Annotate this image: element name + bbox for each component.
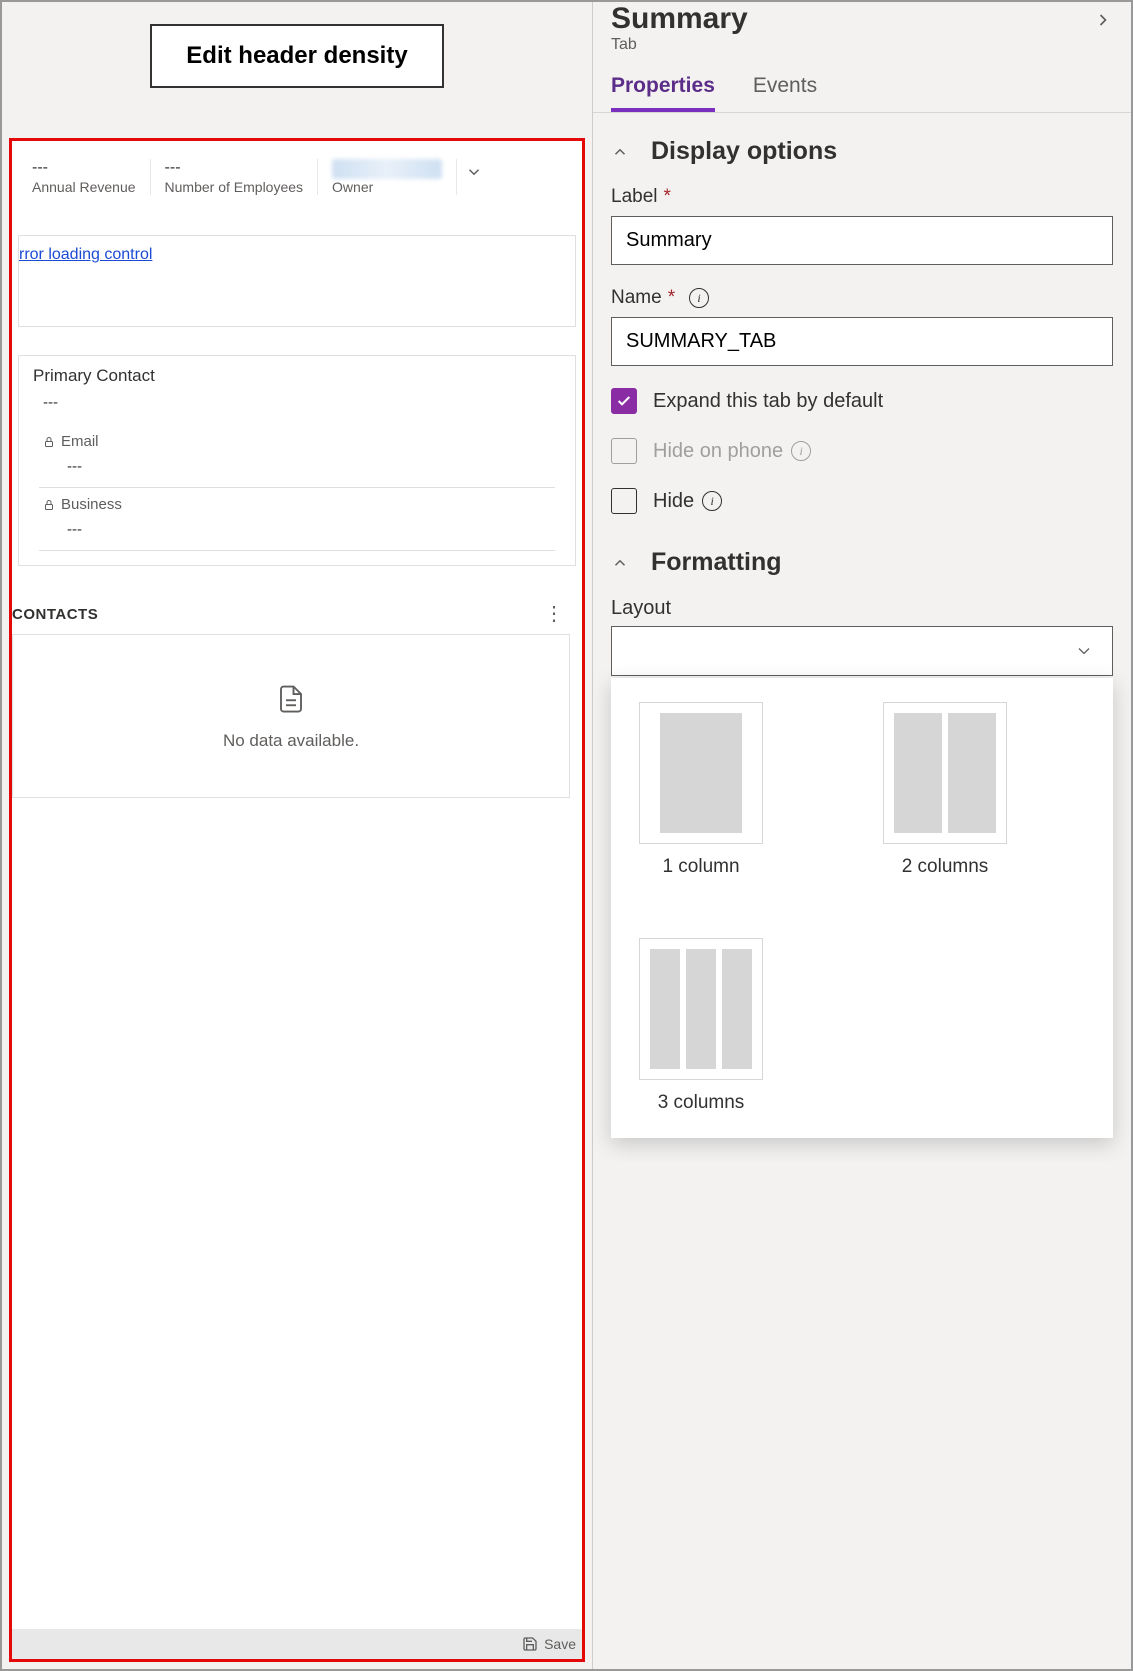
edit-header-density-button[interactable]: Edit header density xyxy=(150,24,443,88)
hide-label: Hidei xyxy=(653,490,722,513)
layout-name-1col: 1 column xyxy=(662,856,739,878)
file-icon xyxy=(276,681,306,717)
name-input[interactable] xyxy=(611,317,1113,366)
expand-default-checkbox[interactable] xyxy=(611,388,637,414)
label-input[interactable] xyxy=(611,216,1113,265)
layout-thumb-1col xyxy=(639,702,763,844)
business-value: --- xyxy=(43,513,551,542)
check-icon xyxy=(616,393,632,409)
layout-thumb-2col xyxy=(883,702,1007,844)
formatting-toggle[interactable]: Formatting xyxy=(611,548,1113,577)
layout-name-3col: 3 columns xyxy=(658,1092,745,1114)
employees-value: --- xyxy=(165,159,304,177)
lock-icon xyxy=(43,435,55,449)
layout-dropdown: 1 column 2 columns 3 columns xyxy=(611,678,1113,1138)
hide-phone-label: Hide on phonei xyxy=(653,440,811,463)
layout-label: Layout xyxy=(611,597,1113,620)
lock-icon xyxy=(43,498,55,512)
layout-option-3col[interactable]: 3 columns xyxy=(639,938,763,1114)
info-icon[interactable]: i xyxy=(689,288,709,308)
save-icon xyxy=(522,1636,538,1652)
error-loading-link[interactable]: rror loading control xyxy=(19,246,152,263)
no-data-text: No data available. xyxy=(223,731,359,751)
error-card[interactable]: rror loading control xyxy=(18,235,576,327)
contacts-empty-card: No data available. xyxy=(12,634,570,798)
owner-label: Owner xyxy=(332,179,442,195)
chevron-up-icon xyxy=(611,554,629,572)
primary-contact-title: Primary Contact xyxy=(33,366,561,386)
more-options-icon[interactable]: ⋮ xyxy=(544,604,570,624)
label-field-label: Label* xyxy=(611,186,1113,208)
tab-properties[interactable]: Properties xyxy=(611,74,715,112)
name-field-label: Name*i xyxy=(611,287,1113,309)
form-header: --- Annual Revenue --- Number of Employe… xyxy=(12,141,582,201)
email-label: Email xyxy=(61,433,99,450)
hide-phone-checkbox xyxy=(611,438,637,464)
formatting-title: Formatting xyxy=(651,548,782,577)
status-bar: Save xyxy=(12,1629,582,1659)
contacts-section-title: CONTACTS xyxy=(12,606,98,623)
save-button[interactable]: Save xyxy=(544,1636,576,1652)
hide-checkbox[interactable] xyxy=(611,488,637,514)
chevron-down-icon[interactable] xyxy=(457,159,499,186)
panel-subtitle: Tab xyxy=(611,36,1113,54)
business-label: Business xyxy=(61,496,122,513)
info-icon[interactable]: i xyxy=(702,491,722,511)
email-value: --- xyxy=(43,450,551,479)
layout-name-2col: 2 columns xyxy=(902,856,989,878)
primary-contact-card[interactable]: Primary Contact --- Email --- Business -… xyxy=(18,355,576,566)
tab-events[interactable]: Events xyxy=(753,74,817,112)
annual-revenue-label: Annual Revenue xyxy=(32,179,136,195)
chevron-up-icon xyxy=(611,143,629,161)
header-owner[interactable]: Owner xyxy=(318,159,457,195)
layout-option-1col[interactable]: 1 column xyxy=(639,702,763,878)
display-options-toggle[interactable]: Display options xyxy=(611,137,1113,166)
info-icon[interactable]: i xyxy=(791,441,811,461)
form-canvas[interactable]: --- Annual Revenue --- Number of Employe… xyxy=(9,138,585,1662)
email-field[interactable]: Email --- xyxy=(39,425,555,488)
primary-contact-value: --- xyxy=(33,394,561,411)
chevron-right-icon[interactable] xyxy=(1093,10,1113,35)
display-options-title: Display options xyxy=(651,137,837,166)
business-field[interactable]: Business --- xyxy=(39,488,555,551)
owner-value-redacted xyxy=(332,159,442,179)
header-annual-revenue[interactable]: --- Annual Revenue xyxy=(18,159,151,195)
chevron-down-icon xyxy=(1074,641,1094,661)
expand-default-label: Expand this tab by default xyxy=(653,390,883,413)
header-employees[interactable]: --- Number of Employees xyxy=(151,159,319,195)
annual-revenue-value: --- xyxy=(32,159,136,177)
panel-title: Summary xyxy=(611,2,1113,36)
layout-select[interactable] xyxy=(611,626,1113,676)
layout-thumb-3col xyxy=(639,938,763,1080)
employees-label: Number of Employees xyxy=(165,179,304,195)
layout-option-2col[interactable]: 2 columns xyxy=(883,702,1007,878)
